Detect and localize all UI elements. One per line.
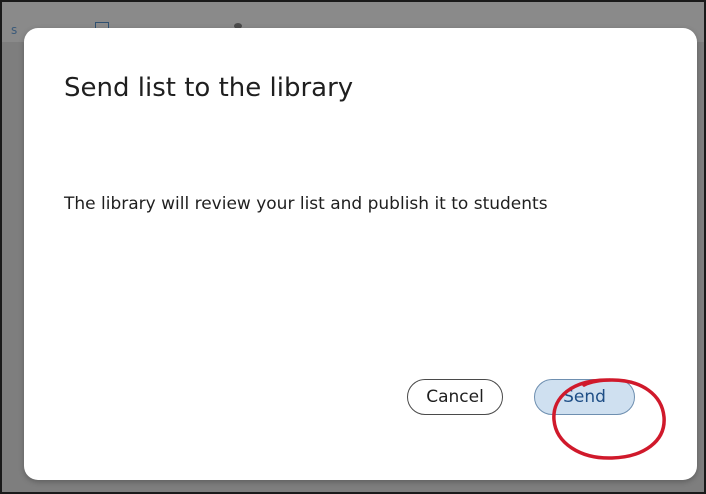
send-button[interactable]: Send xyxy=(534,379,635,415)
dialog-title: Send list to the library xyxy=(64,73,354,103)
background-page-text: s xyxy=(11,23,18,37)
dialog-message: The library will review your list and pu… xyxy=(64,194,548,214)
screenshot-frame: s Send list to the library The library w… xyxy=(0,0,706,494)
cancel-button[interactable]: Cancel xyxy=(407,379,503,415)
